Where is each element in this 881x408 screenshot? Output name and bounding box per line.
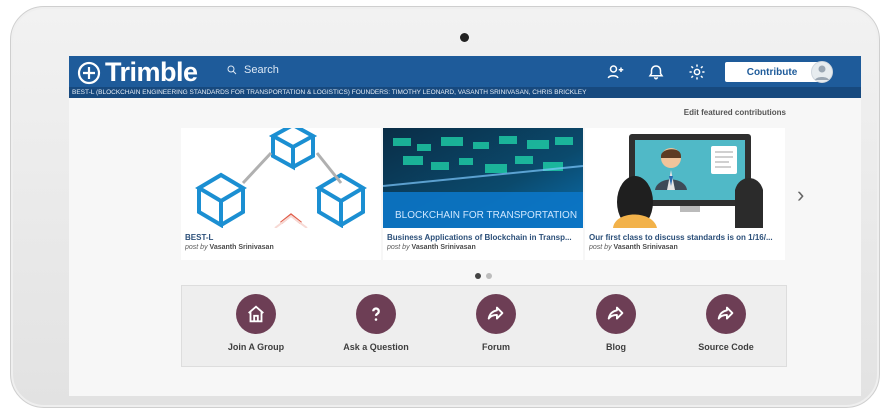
- top-navbar: Trimble Search Contribute: [69, 56, 861, 87]
- carousel-dot[interactable]: [486, 273, 492, 279]
- user-avatar-icon: [815, 65, 829, 80]
- card-post-meta: post by Vasanth Srinivasan: [185, 244, 274, 251]
- brand-text: Trimble: [105, 57, 198, 87]
- featured-carousel: BEST-L post by Vasanth Srinivasan BLOCKC…: [181, 128, 785, 260]
- card-post-meta: post by Vasanth Srinivasan: [387, 244, 476, 251]
- user-add-icon[interactable]: [606, 63, 624, 81]
- card-title: Business Applications of Blockchain in T…: [387, 233, 572, 242]
- trimble-logo-icon: [77, 61, 101, 84]
- logo[interactable]: Trimble: [77, 57, 198, 88]
- gear-icon[interactable]: [688, 63, 706, 81]
- quick-link-blog[interactable]: Blog: [556, 294, 676, 352]
- card-post-meta: post by Vasanth Srinivasan: [589, 244, 678, 251]
- share-arrow-icon: [706, 294, 746, 334]
- featured-card[interactable]: Our first class to discuss standards is …: [585, 128, 785, 260]
- card-caption: BEST-L post by Vasanth Srinivasan: [185, 233, 377, 251]
- quick-link-label: Forum: [482, 342, 510, 352]
- camera-dot: [460, 33, 469, 42]
- quick-link-ask-question[interactable]: Ask a Question: [316, 294, 436, 352]
- carousel-next-icon[interactable]: ›: [797, 182, 804, 208]
- quick-link-source-code[interactable]: Source Code: [666, 294, 786, 352]
- quick-link-forum[interactable]: Forum: [436, 294, 556, 352]
- share-arrow-icon: [596, 294, 636, 334]
- card-caption: Business Applications of Blockchain in T…: [387, 233, 579, 251]
- community-subheader: BEST-L (BLOCKCHAIN ENGINEERING STANDARDS…: [69, 87, 861, 98]
- home-icon: [236, 294, 276, 334]
- quick-link-label: Join A Group: [227, 342, 285, 352]
- cubes-thumbnail: [181, 128, 381, 228]
- featured-card[interactable]: BEST-L post by Vasanth Srinivasan: [181, 128, 381, 260]
- edit-featured-link[interactable]: Edit featured contributions: [684, 108, 786, 117]
- carousel-dot-active[interactable]: [475, 273, 481, 279]
- search-icon: [227, 65, 237, 75]
- bell-icon[interactable]: [647, 63, 665, 81]
- card-title: Our first class to discuss standards is …: [589, 233, 773, 242]
- search-placeholder: Search: [244, 64, 279, 76]
- featured-card[interactable]: BLOCKCHAIN FOR TRANSPORTATION Business A…: [383, 128, 583, 260]
- card-caption: Our first class to discuss standards is …: [589, 233, 781, 251]
- classroom-thumbnail: [585, 128, 785, 228]
- share-arrow-icon: [476, 294, 516, 334]
- quick-link-label: Blog: [606, 342, 626, 352]
- quick-link-join-group[interactable]: Join A Group: [196, 294, 316, 352]
- quick-links-panel: Join A Group Ask a Question Forum Blog S…: [181, 285, 787, 367]
- search[interactable]: Search: [226, 64, 279, 76]
- quick-link-label: Ask a Question: [343, 342, 409, 352]
- network-thumbnail: BLOCKCHAIN FOR TRANSPORTATION: [383, 128, 583, 228]
- card-title: BEST-L: [185, 233, 214, 242]
- screen: Trimble Search Contribute BEST-L (BLOCKC…: [69, 56, 861, 396]
- quick-link-label: Source Code: [698, 342, 754, 352]
- question-icon: [356, 294, 396, 334]
- contribute-button[interactable]: Contribute: [725, 62, 819, 82]
- thumbnail-overlay-text: BLOCKCHAIN FOR TRANSPORTATION: [395, 210, 577, 221]
- carousel-dots[interactable]: [475, 273, 492, 279]
- laptop-frame: Trimble Search Contribute BEST-L (BLOCKC…: [10, 6, 880, 408]
- avatar[interactable]: [811, 61, 833, 83]
